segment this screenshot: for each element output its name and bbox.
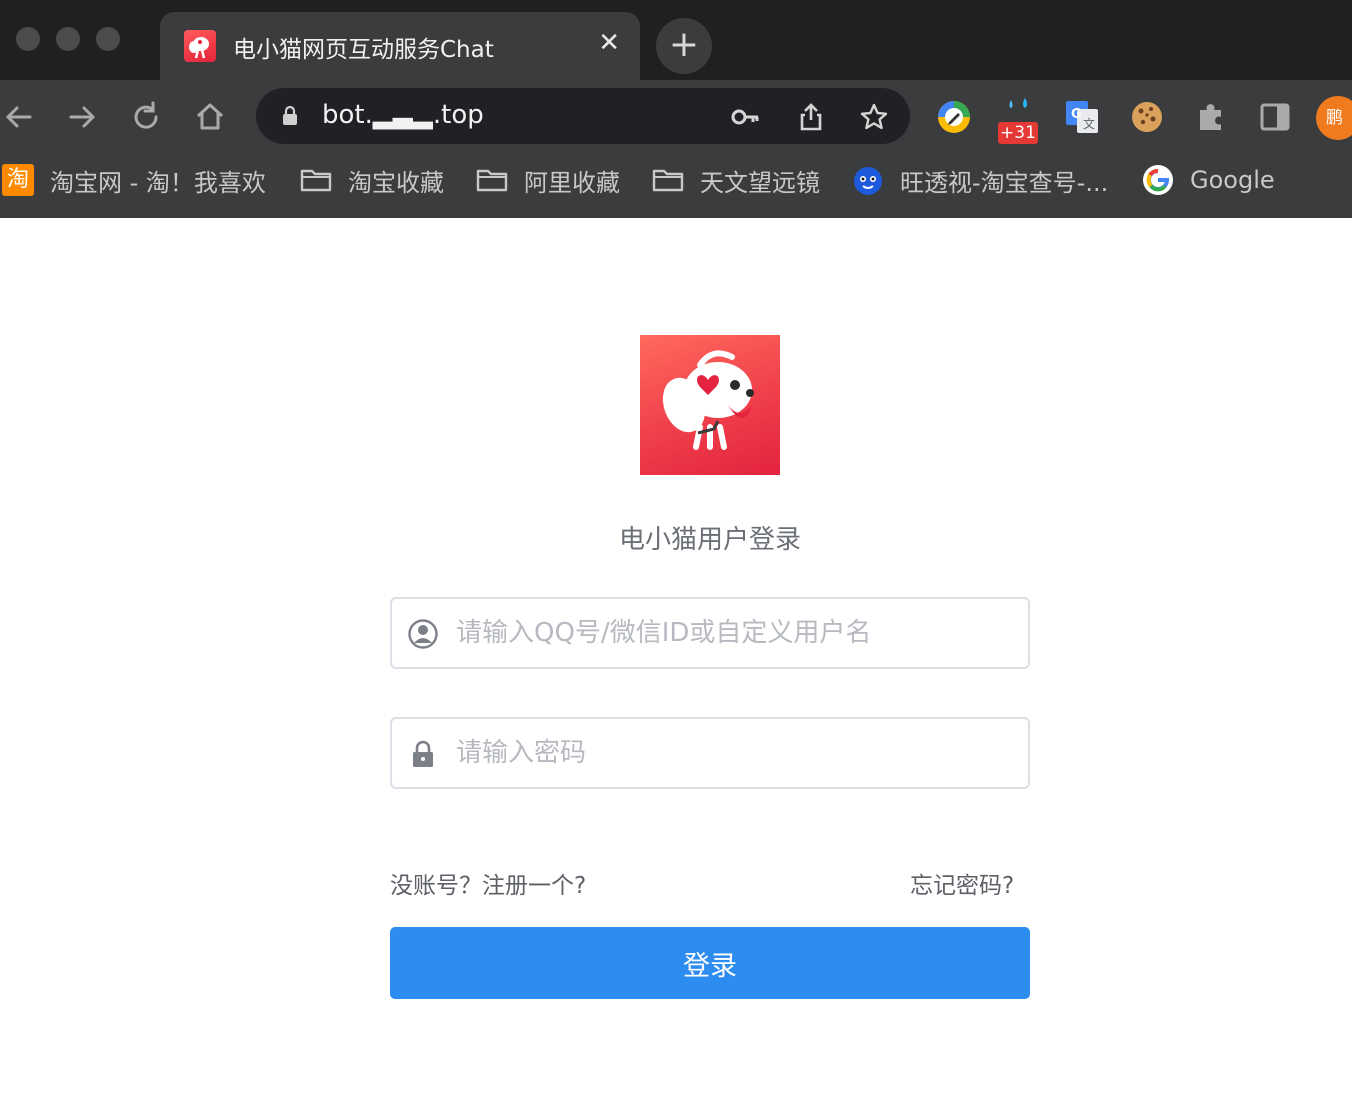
register-link[interactable]: 没账号？注册一个? — [390, 866, 586, 900]
bookmark-label: 淘宝收藏 — [348, 168, 444, 197]
active-tab[interactable]: 电小猫网页互动服务Chat ✕ — [160, 12, 640, 80]
bookmark-label: 天文望远镜 — [700, 168, 820, 197]
bookmarks-bar: 淘 淘宝网 - 淘！我喜欢 淘宝收藏 阿里收藏 天文望远镜 旺透视-淘宝查号-.… — [0, 152, 1352, 218]
translate-extension-icon[interactable]: G 文 — [1065, 100, 1099, 134]
minimize-window-button[interactable] — [56, 27, 80, 51]
username-field[interactable] — [390, 597, 1030, 669]
bookmark-folder-ali-favorites[interactable]: 阿里收藏 — [476, 164, 620, 197]
user-icon — [408, 619, 438, 649]
cookie-extension-icon[interactable] — [1130, 100, 1164, 134]
back-arrow-icon[interactable] — [2, 100, 36, 134]
tab-title: 电小猫网页互动服务Chat — [233, 37, 494, 63]
home-icon[interactable] — [193, 100, 227, 134]
google-icon — [1143, 165, 1173, 195]
bookmark-label: 旺透视-淘宝查号-... — [900, 168, 1109, 197]
key-icon[interactable] — [730, 102, 760, 132]
address-bar[interactable]: bot.▂▃▂.top — [256, 88, 910, 144]
tab-strip: 电小猫网页互动服务Chat ✕ + — [0, 0, 1352, 80]
dianxiaomao-logo — [640, 335, 780, 475]
dianxiaomao-favicon-icon — [184, 30, 216, 62]
bookmark-google[interactable]: Google — [1142, 164, 1275, 196]
taobao-icon: 淘 — [2, 164, 34, 196]
password-input[interactable] — [456, 727, 1016, 779]
pen-extension-icon[interactable] — [937, 100, 971, 134]
svg-text:文: 文 — [1083, 116, 1095, 131]
password-field[interactable] — [390, 717, 1030, 789]
new-tab-button[interactable]: + — [656, 18, 712, 74]
bookmark-folder-telescope[interactable]: 天文望远镜 — [652, 164, 820, 197]
bookmark-wangtoushi[interactable]: 旺透视-淘宝查号-... — [852, 164, 1109, 197]
lock-icon — [413, 740, 433, 767]
forward-arrow-icon[interactable] — [65, 100, 99, 134]
close-window-button[interactable] — [16, 27, 40, 51]
bookmark-label: 淘宝网 - 淘！我喜欢 — [50, 168, 266, 197]
reload-icon[interactable] — [129, 100, 163, 134]
bookmark-folder-taobao-favorites[interactable]: 淘宝收藏 — [300, 164, 444, 197]
username-input[interactable] — [456, 607, 1016, 659]
folder-icon — [652, 169, 684, 192]
zoom-window-button[interactable] — [96, 27, 120, 51]
bookmark-star-icon[interactable] — [859, 102, 889, 132]
browser-toolbar: bot.▂▃▂.top +31 G 文 鹏 — [0, 80, 1352, 152]
puzzle-icon[interactable] — [1194, 100, 1228, 134]
login-button[interactable]: 登录 — [390, 927, 1030, 999]
extension-badge: +31 — [998, 122, 1038, 144]
lock-icon[interactable] — [282, 105, 298, 126]
url-text[interactable]: bot.▂▃▂.top — [322, 100, 484, 130]
wangtoushi-icon — [854, 167, 882, 195]
bookmark-label: 阿里收藏 — [524, 168, 620, 197]
profile-avatar[interactable]: 鹏 — [1316, 96, 1352, 140]
share-icon[interactable] — [796, 102, 826, 132]
folder-icon — [476, 169, 508, 192]
bookmark-label: Google — [1190, 166, 1275, 194]
svg-text:G: G — [1071, 107, 1082, 122]
sidepanel-icon[interactable] — [1258, 100, 1292, 134]
forgot-password-link[interactable]: 忘记密码? — [910, 866, 1014, 900]
folder-icon — [300, 169, 332, 192]
login-title: 电小猫用户登录 — [618, 525, 801, 555]
bookmark-taobao[interactable]: 淘 淘宝网 - 淘！我喜欢 — [2, 164, 266, 197]
tab-close-icon[interactable]: ✕ — [598, 28, 620, 58]
